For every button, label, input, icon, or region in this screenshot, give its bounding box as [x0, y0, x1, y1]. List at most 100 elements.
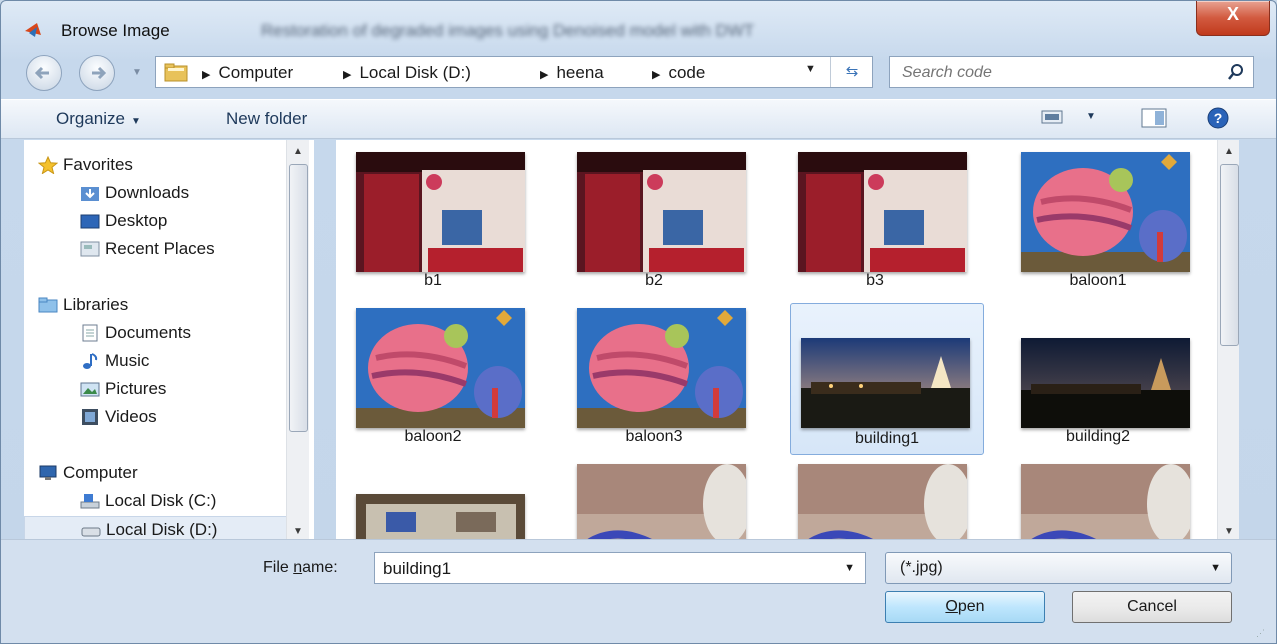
star-icon — [38, 156, 58, 174]
computer-icon — [39, 465, 57, 480]
folder-icon — [164, 63, 188, 82]
command-toolbar: Organize ▼ New folder ▼ ? — [1, 99, 1276, 139]
breadcrumb-arrow-icon: ▶ — [202, 69, 211, 81]
file-item[interactable]: b3 — [778, 142, 972, 294]
search-input[interactable] — [900, 62, 1204, 84]
open-button[interactable]: Open — [885, 591, 1045, 623]
file-thumbnail — [1021, 152, 1190, 272]
back-arrow-icon — [34, 66, 49, 80]
file-list-scrollbar[interactable]: ▲ ▼ — [1217, 140, 1239, 540]
file-thumbnail — [577, 464, 746, 540]
libraries-icon — [38, 297, 58, 313]
nav-local-disk-d[interactable]: Local Disk (D:) — [24, 516, 288, 540]
file-thumbnail — [356, 494, 525, 540]
system-drive-icon — [80, 494, 100, 509]
file-name-input[interactable]: building1 — [383, 559, 451, 579]
new-folder-button[interactable]: New folder — [226, 109, 307, 129]
address-bar[interactable]: ▶ Computer ▶ Local Disk (D:) ▶ heena ▶ code … — [155, 56, 873, 88]
chevron-down-icon[interactable]: ▼ — [844, 562, 855, 574]
breadcrumb-arrow-icon: ▶ — [540, 69, 549, 81]
file-item[interactable]: building2 — [1001, 298, 1195, 450]
scroll-down-arrow-icon[interactable]: ▼ — [287, 526, 309, 537]
file-thumbnail — [798, 464, 967, 540]
file-item[interactable] — [778, 462, 972, 540]
desktop-icon — [80, 214, 100, 229]
file-item[interactable]: baloon2 — [336, 298, 530, 450]
file-name: baloon2 — [404, 428, 462, 445]
file-thumbnail — [1021, 464, 1190, 540]
file-thumbnail — [356, 308, 525, 428]
address-dropdown-icon[interactable]: ▼ — [805, 63, 816, 75]
scrollbar-thumb[interactable] — [1220, 164, 1239, 346]
file-item[interactable] — [336, 462, 530, 540]
navigation-bar: ▼ ▶ Computer ▶ Local Disk (D:) ▶ heena ▶ cod… — [1, 53, 1276, 93]
file-item[interactable]: baloon3 — [557, 298, 751, 450]
refresh-icon[interactable]: ⇆ — [830, 57, 873, 87]
file-name: baloon3 — [625, 428, 683, 445]
view-options-icon[interactable] — [1041, 108, 1063, 126]
scrollbar-thumb[interactable] — [289, 164, 308, 432]
file-thumbnail — [577, 152, 746, 272]
breadcrumb-arrow-icon: ▶ — [652, 69, 661, 81]
file-list: b1 b2 b3 baloon1 baloon2 baloon3 buildin… — [336, 140, 1239, 540]
app-icon — [25, 23, 41, 37]
view-dropdown-icon[interactable]: ▼ — [1086, 111, 1096, 122]
scroll-down-arrow-icon[interactable]: ▼ — [1218, 526, 1239, 537]
file-thumbnail — [801, 338, 970, 428]
file-item[interactable] — [1001, 462, 1195, 540]
cancel-button[interactable]: Cancel — [1072, 591, 1232, 623]
title-bar[interactable]: Browse Image Restoration of degraded ima… — [1, 1, 1276, 45]
file-item[interactable]: baloon1 — [1001, 142, 1195, 294]
file-name-combobox[interactable]: building1 ▼ — [374, 552, 866, 584]
dialog-footer: File name: building1 ▼ (*.jpg) ▼ Open Ca… — [1, 539, 1276, 643]
organize-menu[interactable]: Organize ▼ — [56, 109, 141, 129]
videos-icon — [82, 409, 98, 425]
search-icon[interactable] — [1227, 63, 1245, 81]
preview-pane-icon[interactable] — [1141, 108, 1167, 128]
scroll-up-arrow-icon[interactable]: ▲ — [287, 146, 309, 157]
help-icon[interactable]: ? — [1207, 107, 1229, 129]
file-type-select[interactable]: (*.jpg) ▼ — [885, 552, 1232, 584]
recent-places-icon — [80, 241, 100, 257]
nav-pane-scrollbar[interactable]: ▲ ▼ — [286, 140, 309, 540]
file-item[interactable]: b2 — [557, 142, 751, 294]
drive-icon — [81, 527, 101, 537]
background-window-title: Restoration of degraded images using Den… — [261, 21, 755, 39]
forward-arrow-icon — [92, 66, 107, 80]
file-item[interactable] — [557, 462, 751, 540]
close-button[interactable]: X — [1196, 1, 1270, 36]
file-thumbnail — [577, 308, 746, 428]
navigation-pane: Favorites Downloads Desktop Recent Place… — [24, 140, 314, 540]
back-button[interactable] — [26, 55, 62, 91]
file-item-selected[interactable]: building1 — [790, 303, 984, 455]
chevron-down-icon: ▼ — [130, 116, 141, 127]
breadcrumb-heena[interactable]: ▶ heena — [540, 63, 604, 83]
file-name: building2 — [1065, 428, 1131, 445]
file-name: building1 — [854, 430, 920, 447]
file-name: b3 — [866, 272, 884, 289]
music-icon — [83, 353, 98, 369]
documents-icon — [82, 324, 98, 342]
file-name-label: File name: — [263, 559, 338, 576]
recent-pages-dropdown-icon[interactable]: ▼ — [132, 67, 144, 79]
file-thumbnail — [356, 152, 525, 272]
file-thumbnail — [798, 152, 967, 272]
breadcrumb-computer[interactable]: ▶ Computer — [202, 63, 293, 83]
breadcrumb-local-disk-d[interactable]: ▶ Local Disk (D:) — [343, 63, 471, 83]
chevron-down-icon[interactable]: ▼ — [1210, 562, 1221, 574]
downloads-folder-icon — [81, 187, 99, 201]
breadcrumb-code[interactable]: ▶ code — [652, 63, 705, 83]
file-name: b1 — [424, 272, 442, 289]
file-name: b2 — [645, 272, 663, 289]
close-icon: X — [1226, 4, 1239, 24]
resize-grip-icon[interactable]: ⋰ — [1256, 628, 1270, 642]
file-type-value: (*.jpg) — [900, 559, 943, 576]
file-name: baloon1 — [1069, 272, 1127, 289]
search-box[interactable] — [889, 56, 1254, 88]
svg-text:?: ? — [1214, 110, 1223, 126]
breadcrumb-arrow-icon: ▶ — [343, 69, 352, 81]
file-thumbnail — [1021, 338, 1190, 428]
scroll-up-arrow-icon[interactable]: ▲ — [1218, 146, 1239, 157]
forward-button[interactable] — [79, 55, 115, 91]
file-item[interactable]: b1 — [336, 142, 530, 294]
